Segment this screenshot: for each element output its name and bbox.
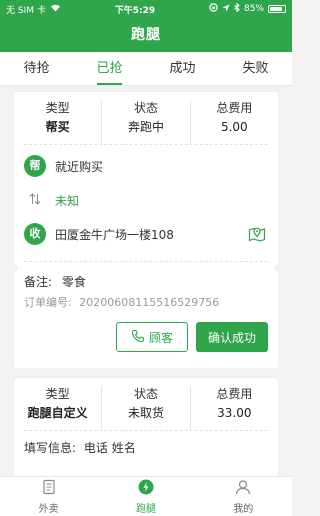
note-label: 备注: [24, 275, 53, 289]
pickup-badge: 帮 [24, 155, 46, 177]
nav-label: 跑腿 [135, 503, 156, 515]
stat-type: 类型 帮买 [14, 100, 103, 144]
order-stats: 类型 帮买 状态 奔跑中 总费用 5.00 [14, 92, 278, 144]
note-value: 零食 [61, 275, 86, 289]
dropoff-address: 田厦金牛广场一楼108 [55, 227, 174, 242]
nav-mine[interactable]: 我的 [195, 477, 292, 516]
stat-label: 状态 [133, 387, 158, 401]
confirm-success-button[interactable]: 确认成功 [196, 322, 268, 352]
pickup-text: 就近购买 [55, 159, 104, 174]
stat-label: 类型 [45, 101, 70, 115]
ticket-notch [274, 264, 282, 272]
stat-status: 状态 未取货 [102, 386, 191, 430]
stat-value: 未取货 [127, 406, 164, 420]
order-number: 2020060811551652975​6 [79, 296, 220, 309]
pickup-row: 帮 就近购买 [24, 149, 268, 183]
person-icon [235, 479, 251, 498]
stat-type: 类型 跑腿自定义 [14, 386, 103, 430]
status-bar: 无 SIM 卡 下午5:29 85% [0, 0, 292, 18]
fill-info-value: 电话 姓名 [83, 441, 136, 455]
stat-label: 总费用 [216, 101, 253, 115]
clock: 下午5:29 [114, 5, 156, 16]
stat-value: 跑腿自定义 [27, 406, 88, 420]
stat-value: 帮买 [45, 120, 70, 134]
distance-value: 未知 [55, 193, 80, 208]
order-notes: 备注: 零食 订单编号: 2020060811551652975​6 顾客 确认… [14, 262, 278, 352]
stat-value: 5.00 [220, 120, 248, 134]
action-buttons: 顾客 确认成功 [24, 322, 268, 352]
contact-customer-label: 顾客 [148, 330, 173, 345]
stat-label: 状态 [133, 101, 158, 115]
contact-customer-button[interactable]: 顾客 [116, 322, 188, 352]
wifi-icon [50, 3, 61, 15]
tab-pending[interactable]: 待抢 [0, 52, 73, 85]
order-number-line: 订单编号: 2020060811551652975​6 [24, 292, 268, 314]
distance-row: 未知 [24, 183, 268, 217]
bluetooth-icon [234, 2, 240, 15]
tab-failed[interactable]: 失败 [219, 52, 292, 85]
top-bar: 无 SIM 卡 下午5:29 85% 跑腿 [0, 0, 292, 52]
stat-total-fee: 总费用 33.00 [191, 386, 278, 430]
phone-icon [131, 329, 145, 346]
order-card: 类型 跑腿自定义 状态 未取货 总费用 33.00 填写信息: 电话 姓名 [14, 378, 278, 476]
order-tabs: 待抢 已抢 成功 失败 [0, 52, 292, 86]
tab-grabbed[interactable]: 已抢 [73, 52, 146, 85]
battery-icon [267, 5, 286, 13]
stat-label: 类型 [45, 387, 70, 401]
nav-label: 我的 [233, 503, 254, 515]
swap-arrows-icon [24, 192, 46, 208]
order-number-label: 订单编号: [24, 296, 72, 309]
dropoff-row: 收 田厦金牛广场一楼108 [24, 217, 268, 251]
nav-takeout[interactable]: 外卖 [0, 477, 97, 516]
battery-percent: 85% [243, 4, 264, 14]
map-location-icon[interactable] [248, 224, 266, 246]
order-list[interactable]: 类型 帮买 状态 奔跑中 总费用 5.00 帮 就近购买 未知 收 田厦金牛广场… [0, 86, 292, 476]
nav-label: 外卖 [38, 503, 59, 515]
stat-status: 状态 奔跑中 [102, 100, 191, 144]
nav-errand[interactable]: 跑腿 [97, 477, 194, 516]
bottom-nav: 外卖 跑腿 我的 [0, 476, 292, 516]
order-stats: 类型 跑腿自定义 状态 未取货 总费用 33.00 [14, 378, 278, 430]
orientation-lock-icon [209, 3, 218, 15]
lightning-icon [138, 479, 154, 498]
stat-total-fee: 总费用 5.00 [191, 100, 278, 144]
stat-value: 33.00 [217, 406, 252, 420]
dropoff-badge: 收 [24, 223, 46, 245]
stat-label: 总费用 [216, 387, 253, 401]
carrier-label: 无 SIM 卡 [6, 5, 46, 16]
tab-success[interactable]: 成功 [146, 52, 219, 85]
page-title: 跑腿 [131, 27, 161, 43]
document-icon [41, 479, 57, 498]
order-card: 类型 帮买 状态 奔跑中 总费用 5.00 帮 就近购买 未知 收 田厦金牛广场… [10, 92, 282, 368]
fill-info: 填写信息: 电话 姓名 [14, 431, 278, 456]
fill-info-label: 填写信息: [24, 441, 77, 455]
route-info: 帮 就近购买 未知 收 田厦金牛广场一楼108 [14, 145, 278, 251]
location-arrow-icon [222, 4, 230, 15]
ticket-notch [10, 264, 18, 272]
note-line: 备注: 零食 [24, 272, 268, 292]
stat-value: 奔跑中 [127, 120, 164, 134]
